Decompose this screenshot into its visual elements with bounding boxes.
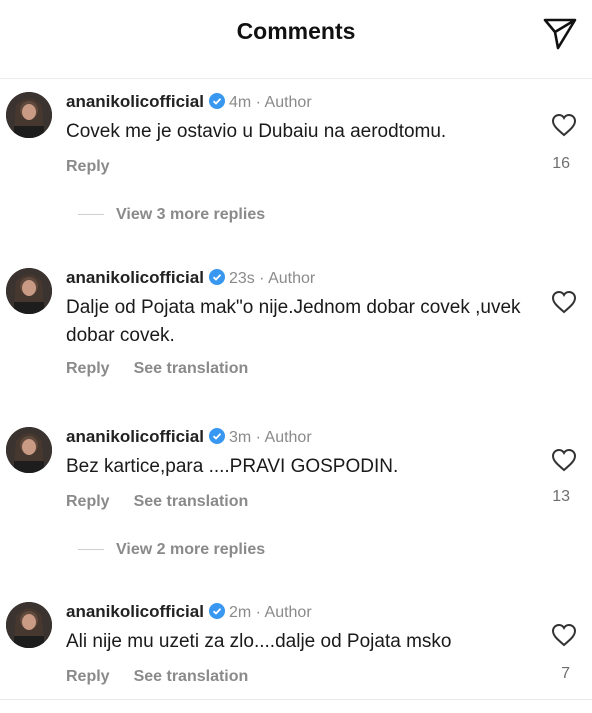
verified-badge-icon [208,428,225,444]
comment-text: Dalje od Pojata mak"o nije.Jednom dobar … [66,297,521,346]
verified-badge-icon [208,93,225,109]
comment-header: ananikolicofficial 3m · Author [66,427,312,447]
reply-button[interactable]: Reply [66,360,110,377]
avatar[interactable] [6,427,52,473]
username[interactable]: ananikolicofficial [66,602,204,621]
comment-actions: Reply See translation [66,668,272,686]
reply-button[interactable]: Reply [66,668,110,685]
heart-icon[interactable] [551,290,577,314]
heart-icon[interactable] [551,448,577,472]
username[interactable]: ananikolicofficial [66,92,204,111]
separator-dot: · [254,270,269,287]
thread-line [78,549,104,551]
comment-time: 4m [228,94,252,111]
separator-dot: · [251,94,265,111]
comment-time: 2m [228,604,252,621]
comment-header: ananikolicofficial 4m · Author [66,92,312,112]
page-title: Comments [236,18,356,44]
comment-actions: Reply See translation [66,360,272,378]
username[interactable]: ananikolicofficial [66,268,204,287]
view-more-replies[interactable]: View 2 more replies [78,541,265,559]
like-count: 7 [561,665,570,682]
comment-header: ananikolicofficial 23s · Author [66,268,315,288]
separator-dot: · [251,429,265,446]
comment-time: 3m [228,429,252,446]
like-count: 16 [552,155,570,172]
avatar[interactable] [6,92,52,138]
comment-actions: Reply [66,158,134,176]
comment-text: Covek me je ostavio u Dubaiu na aerodtom… [66,121,447,142]
reply-button[interactable]: Reply [66,158,110,175]
separator-dot: · [251,604,265,621]
thread-line [78,214,104,216]
verified-badge-icon [208,603,225,619]
comment-text: Ali nije mu uzeti za zlo....dalje od Poj… [66,631,452,652]
view-more-replies[interactable]: View 3 more replies [78,206,265,224]
avatar[interactable] [6,268,52,314]
avatar[interactable] [6,602,52,648]
comments-header: Comments [0,0,592,79]
see-translation-button[interactable]: See translation [134,668,249,685]
verified-badge-icon [208,269,225,285]
see-translation-button[interactable]: See translation [134,493,249,510]
see-translation-button[interactable]: See translation [134,360,249,377]
author-badge: Author [264,604,312,621]
reply-button[interactable]: Reply [66,493,110,510]
comment-actions: Reply See translation [66,493,272,511]
like-count: 13 [552,488,570,505]
author-badge: Author [264,429,312,446]
comment-text: Bez kartice,para ....PRAVI GOSPODIN. [66,456,399,477]
author-badge: Author [264,94,312,111]
comment-header: ananikolicofficial 2m · Author [66,602,312,622]
username[interactable]: ananikolicofficial [66,427,204,446]
view-more-replies-label: View 2 more replies [116,541,266,558]
heart-icon[interactable] [551,113,577,137]
author-badge: Author [268,270,316,287]
comment-time: 23s [228,270,255,287]
view-more-replies-label: View 3 more replies [116,206,266,223]
divider [0,699,592,700]
heart-icon[interactable] [551,623,577,647]
send-icon[interactable] [541,14,579,52]
